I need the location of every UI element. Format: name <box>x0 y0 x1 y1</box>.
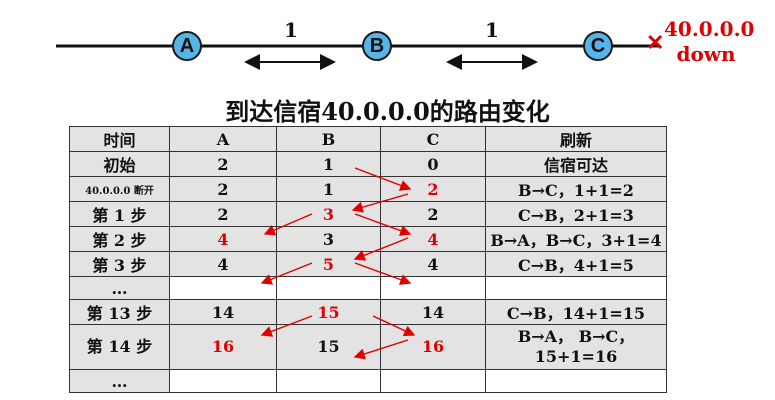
x-mark-icon: ✕ <box>646 30 665 56</box>
update-cell: 信宿可达 <box>485 151 667 177</box>
c-cell: 14 <box>380 299 486 325</box>
a-cell: 4 <box>169 226 277 252</box>
time-cell: 第 3 步 <box>69 251 170 277</box>
routing-table: 时间 A B C 刷新 初始 2 1 0 信宿可达 40.0.0.0 断开 2 1 2 B→C，1… <box>69 126 667 393</box>
a-cell: 16 <box>169 324 277 370</box>
table-row: 第 2 步 4 3 4 B→A，B→C，3+1=4 <box>69 226 667 252</box>
update-cell: B→C，1+1=2 <box>485 176 667 202</box>
table-row: 第 14 步 16 15 16 B→A， B→C， 15+1=16 <box>69 324 667 370</box>
update-cell <box>485 369 667 393</box>
update-cell: C→B，2+1=3 <box>485 201 667 227</box>
c-cell: 0 <box>380 151 486 177</box>
update-cell: C→B，14+1=15 <box>485 299 667 325</box>
down-status-label: down <box>676 42 736 66</box>
header-b: B <box>276 126 381 152</box>
c-cell: 4 <box>380 226 486 252</box>
update-cell <box>485 276 667 300</box>
c-cell <box>380 276 486 300</box>
header-time: 时间 <box>69 126 170 152</box>
b-cell: 3 <box>276 226 381 252</box>
table-row: 初始 2 1 0 信宿可达 <box>69 151 667 177</box>
time-cell: … <box>69 369 170 393</box>
c-cell <box>380 369 486 393</box>
router-node-c: C <box>583 31 613 61</box>
a-cell: 2 <box>169 176 277 202</box>
router-node-a: A <box>172 31 202 61</box>
table-row: … <box>69 369 667 393</box>
header-update: 刷新 <box>485 126 667 152</box>
diagram-title: 到达信宿40.0.0.0的路由变化 <box>225 97 550 126</box>
b-cell <box>276 369 381 393</box>
table-row: 第 3 步 4 5 4 C→B，4+1=5 <box>69 251 667 277</box>
c-cell: 2 <box>380 176 486 202</box>
distance-label-bc: 1 <box>485 18 499 42</box>
a-cell <box>169 369 277 393</box>
a-cell: 14 <box>169 299 277 325</box>
network-status: 40.0.0.0 down <box>664 17 755 67</box>
b-cell: 5 <box>276 251 381 277</box>
update-cell: B→A， B→C， 15+1=16 <box>485 324 667 370</box>
table-row: 第 1 步 2 3 2 C→B，2+1=3 <box>69 201 667 227</box>
a-cell <box>169 276 277 300</box>
table-row: … <box>69 276 667 300</box>
c-cell: 16 <box>380 324 486 370</box>
topology-diagram: A B C 1 1 ✕ 40.0.0.0 down <box>0 0 775 90</box>
c-cell: 4 <box>380 251 486 277</box>
table-header-row: 时间 A B C 刷新 <box>69 126 667 152</box>
b-cell <box>276 276 381 300</box>
table-row: 40.0.0.0 断开 2 1 2 B→C，1+1=2 <box>69 176 667 202</box>
time-cell: 第 2 步 <box>69 226 170 252</box>
a-cell: 2 <box>169 201 277 227</box>
b-cell: 1 <box>276 151 381 177</box>
a-cell: 4 <box>169 251 277 277</box>
time-cell: 第 14 步 <box>69 324 170 370</box>
time-cell: … <box>69 276 170 300</box>
table-row: 第 13 步 14 15 14 C→B，14+1=15 <box>69 299 667 325</box>
c-cell: 2 <box>380 201 486 227</box>
a-cell: 2 <box>169 151 277 177</box>
b-cell: 1 <box>276 176 381 202</box>
router-node-b: B <box>362 31 392 61</box>
b-cell: 15 <box>276 324 381 370</box>
header-c: C <box>380 126 486 152</box>
b-cell: 15 <box>276 299 381 325</box>
time-cell: 第 13 步 <box>69 299 170 325</box>
b-cell: 3 <box>276 201 381 227</box>
target-network-label: 40.0.0.0 <box>664 17 755 41</box>
time-cell: 40.0.0.0 断开 <box>69 176 170 202</box>
distance-label-ab: 1 <box>284 18 298 42</box>
time-cell: 初始 <box>69 151 170 177</box>
update-cell: B→A，B→C，3+1=4 <box>485 226 667 252</box>
header-a: A <box>169 126 277 152</box>
time-cell: 第 1 步 <box>69 201 170 227</box>
update-cell: C→B，4+1=5 <box>485 251 667 277</box>
